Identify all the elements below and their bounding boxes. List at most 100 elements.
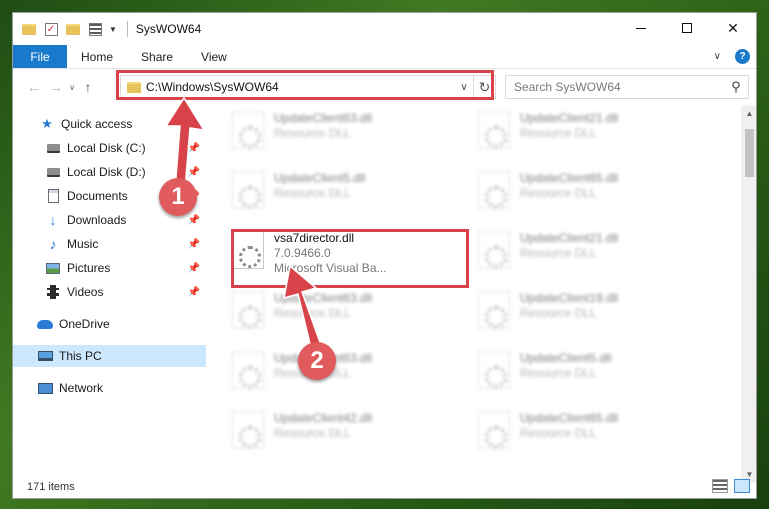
file-type: Resource DLL bbox=[274, 306, 351, 320]
pin-icon: 📌 bbox=[187, 238, 200, 250]
tab-share[interactable]: Share bbox=[127, 45, 187, 68]
dll-file-icon bbox=[232, 411, 264, 449]
file-item[interactable]: UpdateClient63.dllResource DLL bbox=[232, 351, 472, 399]
file-type: Resource DLL bbox=[274, 126, 351, 140]
recent-locations-dropdown-icon[interactable]: ∨ bbox=[67, 83, 77, 92]
sidebar-item-label: Local Disk (D:) bbox=[67, 165, 146, 179]
pin-icon: 📌 bbox=[187, 286, 200, 298]
sidebar-item-label: Quick access bbox=[61, 117, 133, 131]
sidebar-item-quick-access[interactable]: ★ Quick access bbox=[39, 113, 206, 135]
up-button[interactable]: ↑ bbox=[77, 76, 99, 98]
content-area: ★ Quick access Local Disk (C:) 📌 Local D… bbox=[13, 105, 756, 483]
forward-button[interactable]: → bbox=[45, 76, 67, 98]
sidebar-item-label: Documents bbox=[67, 189, 128, 203]
step-2-badge: 2 bbox=[298, 342, 336, 380]
sidebar-item-this-pc[interactable]: This PC bbox=[13, 345, 206, 367]
disk-icon bbox=[45, 164, 61, 180]
status-bar: 171 items bbox=[13, 476, 756, 498]
sidebar-item-label: This PC bbox=[59, 349, 102, 363]
file-type: Resource DLL bbox=[520, 246, 597, 260]
sidebar-item-music[interactable]: ♪ Music 📌 bbox=[13, 233, 206, 255]
sidebar-item-local-disk-c[interactable]: Local Disk (C:) 📌 bbox=[13, 137, 206, 159]
properties-icon[interactable] bbox=[87, 21, 103, 37]
sidebar-item-videos[interactable]: Videos 📌 bbox=[13, 281, 206, 303]
close-button[interactable]: ✕ bbox=[710, 13, 756, 43]
search-icon[interactable]: ⚲ bbox=[724, 79, 748, 95]
sidebar-item-label: Pictures bbox=[67, 261, 111, 275]
window-title: SysWOW64 bbox=[135, 22, 202, 36]
file-name: UpdateClient5.dll bbox=[520, 351, 612, 365]
file-item[interactable]: UpdateClient5.dll Resource DLL bbox=[478, 351, 718, 399]
close-icon: ✕ bbox=[727, 19, 739, 36]
music-icon: ♪ bbox=[49, 236, 57, 252]
star-icon: ★ bbox=[41, 116, 53, 131]
sidebar-item-label: Downloads bbox=[67, 213, 127, 227]
minimize-button[interactable] bbox=[618, 13, 664, 43]
new-folder-icon[interactable] bbox=[65, 21, 81, 37]
disk-icon bbox=[45, 140, 61, 156]
dll-file-icon bbox=[478, 111, 510, 149]
pin-icon: 📌 bbox=[187, 142, 200, 154]
file-item[interactable]: UpdateClient63.dllResource DLL bbox=[232, 291, 472, 339]
tab-home[interactable]: Home bbox=[67, 45, 127, 68]
back-button[interactable]: ← bbox=[23, 76, 45, 98]
videos-icon bbox=[45, 284, 61, 300]
ribbon-tabs: File Home Share View ∨ ? bbox=[13, 45, 756, 69]
details-view-icon[interactable] bbox=[712, 479, 728, 493]
file-list: UpdateClient63.dll Resource DLL UpdateCli… bbox=[206, 105, 756, 483]
file-type: Resource DLL bbox=[274, 186, 351, 200]
cloud-icon bbox=[37, 316, 53, 332]
address-bar-highlight bbox=[116, 70, 494, 100]
search-placeholder[interactable]: Search SysWOW64 bbox=[514, 80, 724, 94]
scroll-up-icon[interactable]: ▲ bbox=[741, 105, 756, 122]
quick-access-toolbar-dropdown-icon[interactable]: ▼ bbox=[109, 25, 117, 34]
title-separator bbox=[126, 21, 128, 37]
downloads-icon: ↓ bbox=[49, 212, 57, 228]
file-type: Resource DLL bbox=[520, 366, 597, 380]
pin-icon: 📌 bbox=[187, 262, 200, 274]
tab-view[interactable]: View bbox=[187, 45, 241, 68]
dll-file-icon bbox=[478, 231, 510, 269]
item-count: 171 items bbox=[27, 481, 75, 493]
dll-file-icon bbox=[232, 291, 264, 329]
dll-file-icon bbox=[478, 351, 510, 389]
dll-file-icon bbox=[478, 411, 510, 449]
navigation-pane: ★ Quick access Local Disk (C:) 📌 Local D… bbox=[13, 105, 206, 483]
sidebar-item-pictures[interactable]: Pictures 📌 bbox=[13, 257, 206, 279]
tab-file[interactable]: File bbox=[13, 45, 67, 68]
file-item[interactable]: UpdateClient65.dll Resource DLL bbox=[478, 171, 718, 219]
file-item[interactable]: UpdateClient5.dll Resource DLL bbox=[232, 171, 472, 219]
file-name: UpdateClient42.dll bbox=[274, 411, 373, 425]
pin-icon: 📌 bbox=[187, 214, 200, 226]
dll-file-icon bbox=[232, 351, 264, 389]
file-highlight bbox=[231, 229, 469, 288]
sidebar-item-label: Videos bbox=[67, 285, 104, 299]
file-name: UpdateClient19.dll bbox=[520, 291, 619, 305]
sidebar-item-label: OneDrive bbox=[59, 317, 110, 331]
expand-ribbon-icon[interactable]: ∨ bbox=[714, 51, 721, 62]
scrollbar-thumb[interactable] bbox=[745, 129, 754, 177]
pc-icon bbox=[37, 348, 53, 364]
tiles-view-icon[interactable] bbox=[734, 479, 750, 493]
sidebar-item-label: Network bbox=[59, 381, 104, 395]
file-item[interactable]: UpdateClient65.dll Resource DLL bbox=[478, 411, 718, 459]
file-item[interactable]: UpdateClient63.dllResource DLL bbox=[232, 111, 472, 159]
title-bar: ✓ ▼ SysWOW64 ✕ bbox=[13, 13, 756, 45]
file-item[interactable]: UpdateClient21.dll Resource DLL bbox=[478, 111, 718, 159]
help-icon[interactable]: ? bbox=[735, 49, 750, 64]
vertical-scrollbar[interactable]: ▲ ▼ bbox=[741, 105, 756, 483]
properties-check-icon[interactable]: ✓ bbox=[43, 21, 59, 37]
documents-icon bbox=[45, 188, 61, 204]
pictures-icon bbox=[45, 260, 61, 276]
file-item[interactable]: UpdateClient21.dll Resource DLL bbox=[478, 231, 718, 279]
file-type: Resource DLL bbox=[520, 126, 597, 140]
file-item[interactable]: UpdateClient42.dll Resource DLL bbox=[232, 411, 472, 459]
file-type: Resource DLL bbox=[520, 426, 597, 440]
search-box[interactable]: Search SysWOW64 ⚲ bbox=[505, 75, 749, 99]
file-name: UpdateClient65.dll bbox=[520, 411, 619, 425]
sidebar-item-onedrive[interactable]: OneDrive bbox=[13, 313, 206, 335]
sidebar-item-network[interactable]: Network bbox=[13, 377, 206, 399]
maximize-button[interactable] bbox=[664, 13, 710, 43]
file-item[interactable]: UpdateClient19.dll Resource DLL bbox=[478, 291, 718, 339]
file-type: Resource DLL bbox=[520, 186, 597, 200]
